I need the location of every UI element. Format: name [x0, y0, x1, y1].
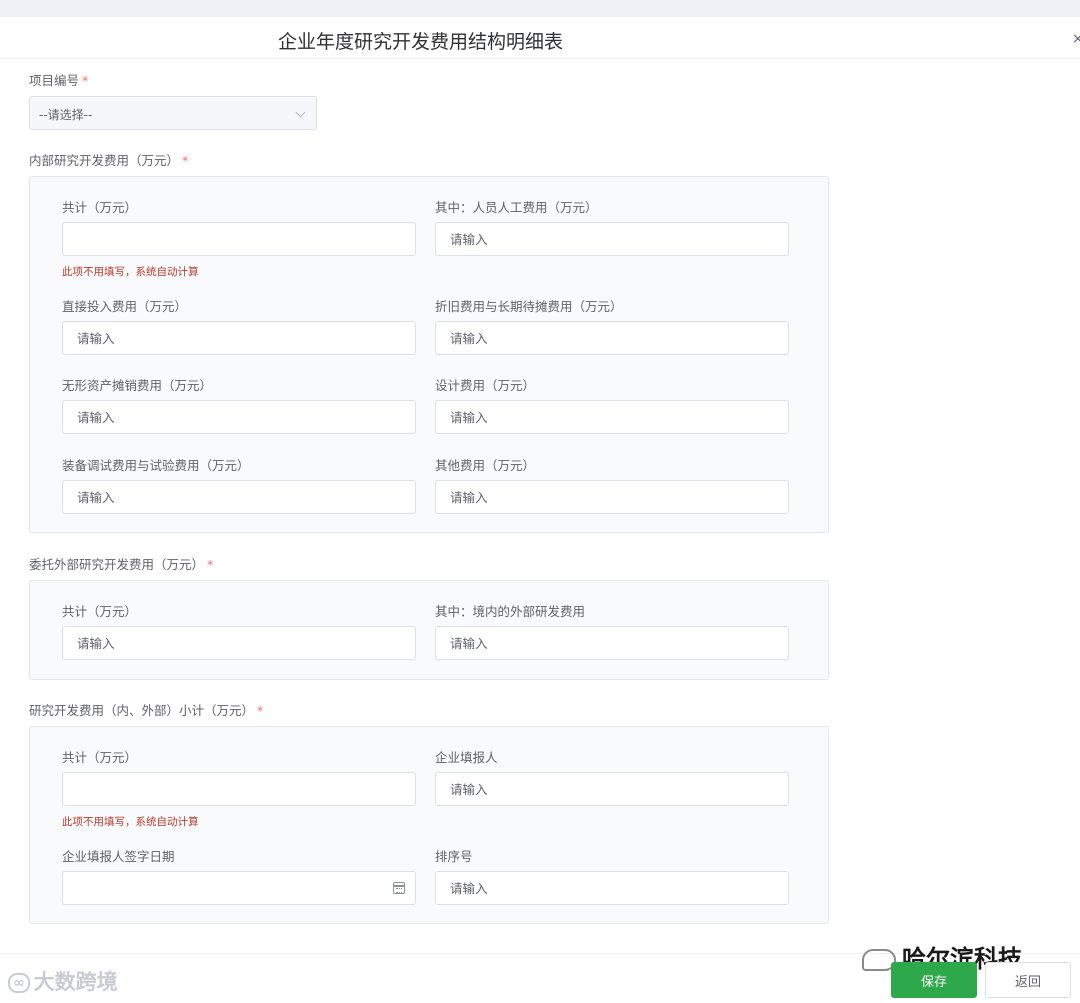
internal-total-input[interactable] [62, 222, 416, 256]
domestic-external-cost-input[interactable] [435, 626, 789, 660]
dialog-header: 企业年度研究开发费用结构明细表 × [0, 17, 1080, 59]
design-cost-input[interactable] [435, 400, 789, 434]
back-button[interactable]: 返回 [985, 962, 1071, 998]
intangible-amortization-input[interactable] [62, 400, 416, 434]
project-number-select[interactable]: --请选择-- [29, 96, 317, 130]
close-icon[interactable]: × [1072, 31, 1080, 47]
depreciation-cost-input[interactable] [435, 321, 789, 355]
internal-total-label: 共计（万元） [62, 200, 138, 215]
chevron-down-icon [295, 107, 306, 118]
watermark-left-text: 大数跨境 [33, 970, 118, 994]
required-marker: * [207, 557, 214, 572]
project-number-select-value: --请选择-- [39, 108, 93, 122]
required-marker: * [182, 153, 189, 168]
equipment-test-cost-label: 装备调试费用与试验费用（万元） [62, 458, 250, 473]
internal-total-hint: 此项不用填写，系统自动计算 [62, 266, 199, 278]
subtotal-section-label: 研究开发费用（内、外部）小计（万元） * [29, 703, 264, 718]
project-number-label: 项目编号 * [29, 73, 89, 88]
top-strip [0, 0, 1080, 17]
equipment-test-cost-input[interactable] [62, 480, 416, 514]
calendar-icon[interactable] [393, 882, 405, 894]
reporter-input[interactable] [435, 772, 789, 806]
direct-input-cost-input[interactable] [62, 321, 416, 355]
save-button[interactable]: 保存 [891, 962, 977, 998]
reporter-label: 企业填报人 [435, 750, 498, 765]
required-marker: * [257, 703, 264, 718]
sort-number-input[interactable] [435, 871, 789, 905]
sign-date-input[interactable] [62, 871, 416, 905]
subtotal-total-label: 共计（万元） [62, 750, 138, 765]
external-total-input[interactable] [62, 626, 416, 660]
sign-date-label: 企业填报人签字日期 [62, 849, 175, 864]
direct-input-cost-label: 直接投入费用（万元） [62, 299, 188, 314]
external-total-label: 共计（万元） [62, 604, 138, 619]
watermark-left: ∞ 大数跨境 [8, 966, 118, 996]
intangible-amortization-label: 无形资产摊销费用（万元） [62, 378, 213, 393]
other-cost-label: 其他费用（万元） [435, 458, 536, 473]
other-cost-input[interactable] [435, 480, 789, 514]
dialog-title: 企业年度研究开发费用结构明细表 [278, 31, 564, 53]
subtotal-total-hint: 此项不用填写，系统自动计算 [62, 816, 199, 828]
personnel-cost-label: 其中：人员人工费用（万元） [435, 200, 598, 215]
subtotal-total-input[interactable] [62, 772, 416, 806]
external-rd-section-label: 委托外部研究开发费用（万元） * [29, 557, 214, 572]
sort-number-label: 排序号 [435, 849, 473, 864]
depreciation-cost-label: 折旧费用与长期待摊费用（万元） [435, 299, 623, 314]
watermark-logo-icon: ∞ [8, 973, 30, 993]
design-cost-label: 设计费用（万元） [435, 378, 536, 393]
internal-rd-section-label: 内部研究开发费用（万元） * [29, 153, 189, 168]
required-marker: * [82, 73, 89, 88]
domestic-external-cost-label: 其中：境内的外部研发费用 [435, 604, 586, 619]
personnel-cost-input[interactable] [435, 222, 789, 256]
